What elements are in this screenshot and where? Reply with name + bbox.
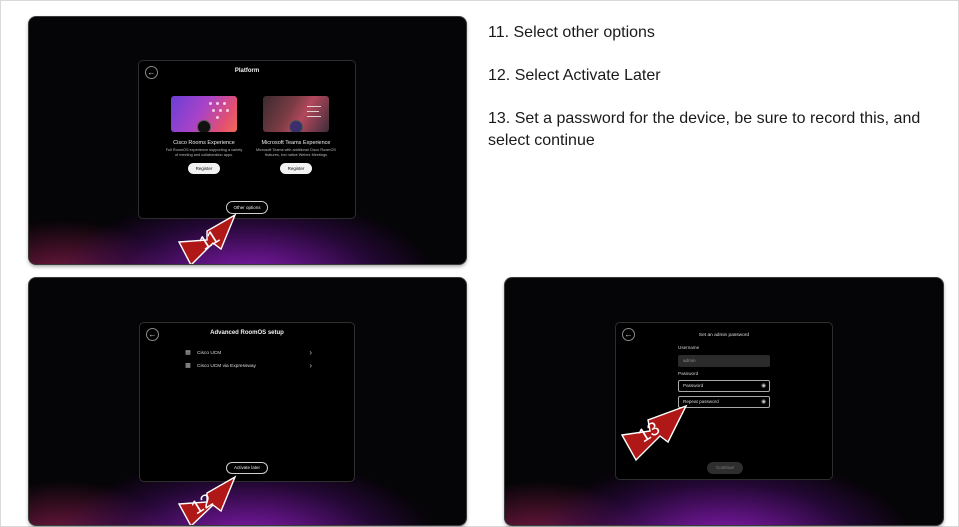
chevron-right-icon: › bbox=[309, 348, 312, 357]
screenshot-admin-password: ← Set an admin password Username admin P… bbox=[505, 278, 943, 525]
dialog-title: Advanced RoomOS setup bbox=[210, 330, 284, 336]
chevron-right-icon: › bbox=[309, 361, 312, 370]
callout-arrow-12 bbox=[177, 475, 237, 525]
cisco-rooms-thumbnail bbox=[171, 96, 237, 132]
password-label: Password bbox=[678, 371, 699, 376]
option-cisco-ucm-expressway[interactable]: ▩ Cisco UCM via Expressway › bbox=[184, 361, 312, 372]
option-label: Cisco UCM via Expressway bbox=[197, 364, 256, 369]
dialog-title: Platform bbox=[234, 68, 260, 74]
screenshot-advanced-setup: ← Advanced RoomOS setup ▦ Cisco UCM › ▩ … bbox=[29, 278, 466, 525]
instruction-step-12: 12. Select Activate Later bbox=[488, 67, 661, 84]
eye-icon[interactable]: ◉ bbox=[761, 381, 766, 391]
cisco-logo-icon bbox=[197, 120, 211, 132]
cloud-building-icon: ▩ bbox=[185, 363, 191, 369]
password-field[interactable]: Password ◉ bbox=[678, 380, 770, 392]
card-title: Microsoft Teams Experience bbox=[261, 140, 331, 146]
register-button[interactable]: Register bbox=[279, 163, 313, 175]
advanced-setup-dialog: ← Advanced RoomOS setup ▦ Cisco UCM › ▩ … bbox=[139, 322, 355, 482]
username-field: admin bbox=[678, 355, 770, 367]
screenshot-platform: ← Platform Cisco Rooms Experience Full R… bbox=[29, 17, 466, 264]
cisco-rooms-card[interactable]: Cisco Rooms Experience Full RoomOS exper… bbox=[164, 96, 244, 175]
card-title: Cisco Rooms Experience bbox=[173, 140, 235, 146]
instruction-step-11: 11. Select other options bbox=[488, 24, 655, 41]
microsoft-teams-card[interactable]: Microsoft Teams Experience Microsoft Tea… bbox=[256, 96, 336, 175]
username-label: Username bbox=[678, 345, 700, 350]
instruction-step-13: 13. Set a password for the device, be su… bbox=[488, 110, 921, 149]
card-description: Microsoft Teams with additional Cisco Ro… bbox=[256, 148, 336, 157]
microsoft-teams-thumbnail bbox=[263, 96, 329, 132]
option-label: Cisco UCM bbox=[197, 351, 222, 356]
platform-dialog: ← Platform Cisco Rooms Experience Full R… bbox=[138, 60, 356, 219]
register-button[interactable]: Register bbox=[187, 163, 221, 175]
card-description: Full RoomOS experience supporting a vari… bbox=[165, 148, 243, 157]
eye-icon[interactable]: ◉ bbox=[761, 397, 766, 407]
option-cisco-ucm[interactable]: ▦ Cisco UCM › bbox=[184, 348, 312, 359]
dialog-title: Set an admin password bbox=[698, 333, 750, 338]
password-placeholder: Password bbox=[683, 383, 704, 388]
building-icon: ▦ bbox=[185, 350, 191, 356]
continue-button[interactable]: Continue bbox=[707, 462, 743, 474]
teams-logo-icon bbox=[289, 120, 303, 132]
